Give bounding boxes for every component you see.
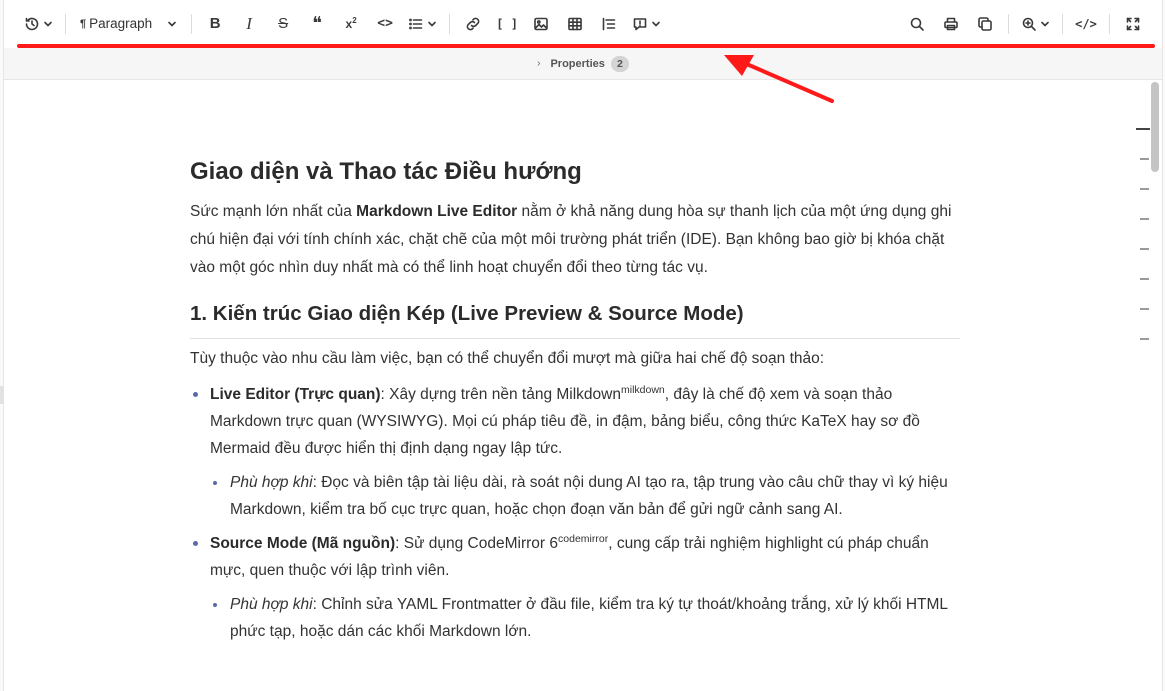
link-icon (466, 17, 480, 30)
list-item: Source Mode (Mã nguồn): Sử dụng CodeMirr… (190, 530, 960, 645)
comment-button[interactable] (628, 9, 665, 39)
italic-button[interactable]: I (234, 9, 264, 39)
sub-list: Phù hợp khi: Đọc và biên tập tài liệu dà… (210, 469, 960, 523)
toc-button[interactable] (594, 9, 624, 39)
document-heading-h1: Giao diện và Thao tác Điều hướng (190, 158, 582, 185)
properties-count-badge: 2 (610, 55, 629, 72)
paragraph-style-label: Paragraph (89, 16, 153, 31)
image-button[interactable] (526, 9, 556, 39)
table-icon (568, 17, 582, 30)
source-mode-button[interactable]: </> (1071, 9, 1101, 39)
chevron-down-icon (44, 21, 52, 26)
sub-list-item: Phù hợp khi: Chỉnh sửa YAML Frontmatter … (210, 591, 960, 645)
bracket-icon: [ ] (496, 16, 518, 31)
source-code-icon: </> (1075, 16, 1097, 31)
toc-icon (602, 17, 616, 30)
superscript-button[interactable]: x2 (336, 9, 366, 39)
document-body[interactable]: Giao diện và Thao tác Điều hướng Sức mạn… (190, 150, 960, 652)
print-button[interactable] (936, 9, 966, 39)
properties-label: Properties (550, 57, 605, 70)
toolbar-divider (191, 13, 193, 34)
inline-code-button[interactable]: <> (370, 9, 400, 39)
outline-marker[interactable] (1140, 338, 1149, 340)
zoom-in-icon (1022, 17, 1036, 31)
toolbar-divider (1008, 13, 1009, 34)
toolbar-divider (1062, 13, 1063, 34)
mode-list: Live Editor (Trực quan): Xây dựng trên n… (190, 381, 960, 645)
footnote-ref[interactable]: milkdown (621, 384, 665, 396)
chevron-down-icon (652, 21, 660, 26)
vertical-scrollbar[interactable] (1151, 82, 1159, 172)
fullscreen-button[interactable] (1118, 9, 1148, 39)
left-frame (0, 0, 4, 691)
italic-icon: I (246, 13, 252, 33)
outline-marker[interactable] (1140, 188, 1149, 190)
sub-list-item: Phù hợp khi: Đọc và biên tập tài liệu dà… (210, 469, 960, 523)
strikethrough-button[interactable]: S (268, 9, 298, 39)
section-paragraph: Tùy thuộc vào nhu cầu làm việc, bạn có t… (190, 350, 825, 367)
list-icon (409, 18, 423, 29)
outline-minimap[interactable] (1136, 128, 1152, 368)
intro-paragraph: Sức mạnh lớn nhất của Markdown Live Edit… (190, 203, 952, 276)
quote-icon: ❝ (312, 13, 322, 33)
image-icon (534, 17, 548, 30)
pilcrow-icon: ¶ (80, 17, 87, 30)
sub-list: Phù hợp khi: Chỉnh sửa YAML Frontmatter … (210, 591, 960, 645)
outline-marker[interactable] (1140, 218, 1149, 220)
comment-icon (633, 17, 647, 30)
bold-icon: B (209, 15, 221, 32)
annotation-arrow (724, 55, 834, 103)
fullscreen-icon (1126, 17, 1140, 30)
link-button[interactable] (458, 9, 488, 39)
properties-bar[interactable]: › Properties 2 (4, 48, 1162, 80)
strikethrough-icon: S (278, 15, 289, 32)
outline-marker[interactable] (1140, 248, 1149, 250)
chevron-down-icon (168, 21, 176, 26)
left-frame-marker (0, 386, 4, 404)
copy-button[interactable] (970, 9, 1000, 39)
superscript-icon: x2 (345, 16, 357, 31)
chevron-down-icon (1041, 21, 1049, 26)
print-icon (944, 17, 958, 30)
toolbar-divider (449, 13, 451, 34)
history-button[interactable] (20, 9, 57, 39)
outline-marker[interactable] (1140, 158, 1149, 160)
table-button[interactable] (560, 9, 590, 39)
editor-toolbar: ¶ Paragraph B I S ❝ x2 <> [ ] </> (4, 0, 1162, 47)
footnote-button[interactable]: [ ] (492, 9, 522, 39)
code-icon: <> (377, 16, 393, 31)
search-button[interactable] (902, 9, 932, 39)
outline-marker[interactable] (1140, 308, 1149, 310)
bold-button[interactable]: B (200, 9, 230, 39)
search-icon (910, 17, 924, 31)
list-item: Live Editor (Trực quan): Xây dựng trên n… (190, 381, 960, 523)
list-button[interactable] (404, 9, 441, 39)
chevron-right-icon: › (537, 58, 541, 69)
blockquote-button[interactable]: ❝ (302, 9, 332, 39)
toolbar-divider (1109, 13, 1110, 34)
chevron-down-icon (428, 21, 436, 26)
paragraph-style-select[interactable]: ¶ Paragraph (74, 9, 183, 39)
zoom-button[interactable] (1017, 9, 1054, 39)
outline-marker[interactable] (1140, 278, 1149, 280)
copy-icon (978, 16, 992, 31)
history-icon (25, 17, 39, 30)
section-heading-h2: 1. Kiến trúc Giao diện Kép (Live Preview… (190, 298, 960, 339)
footnote-ref[interactable]: codemirror (558, 533, 608, 545)
toolbar-divider (65, 13, 66, 34)
outline-marker[interactable] (1136, 128, 1150, 130)
